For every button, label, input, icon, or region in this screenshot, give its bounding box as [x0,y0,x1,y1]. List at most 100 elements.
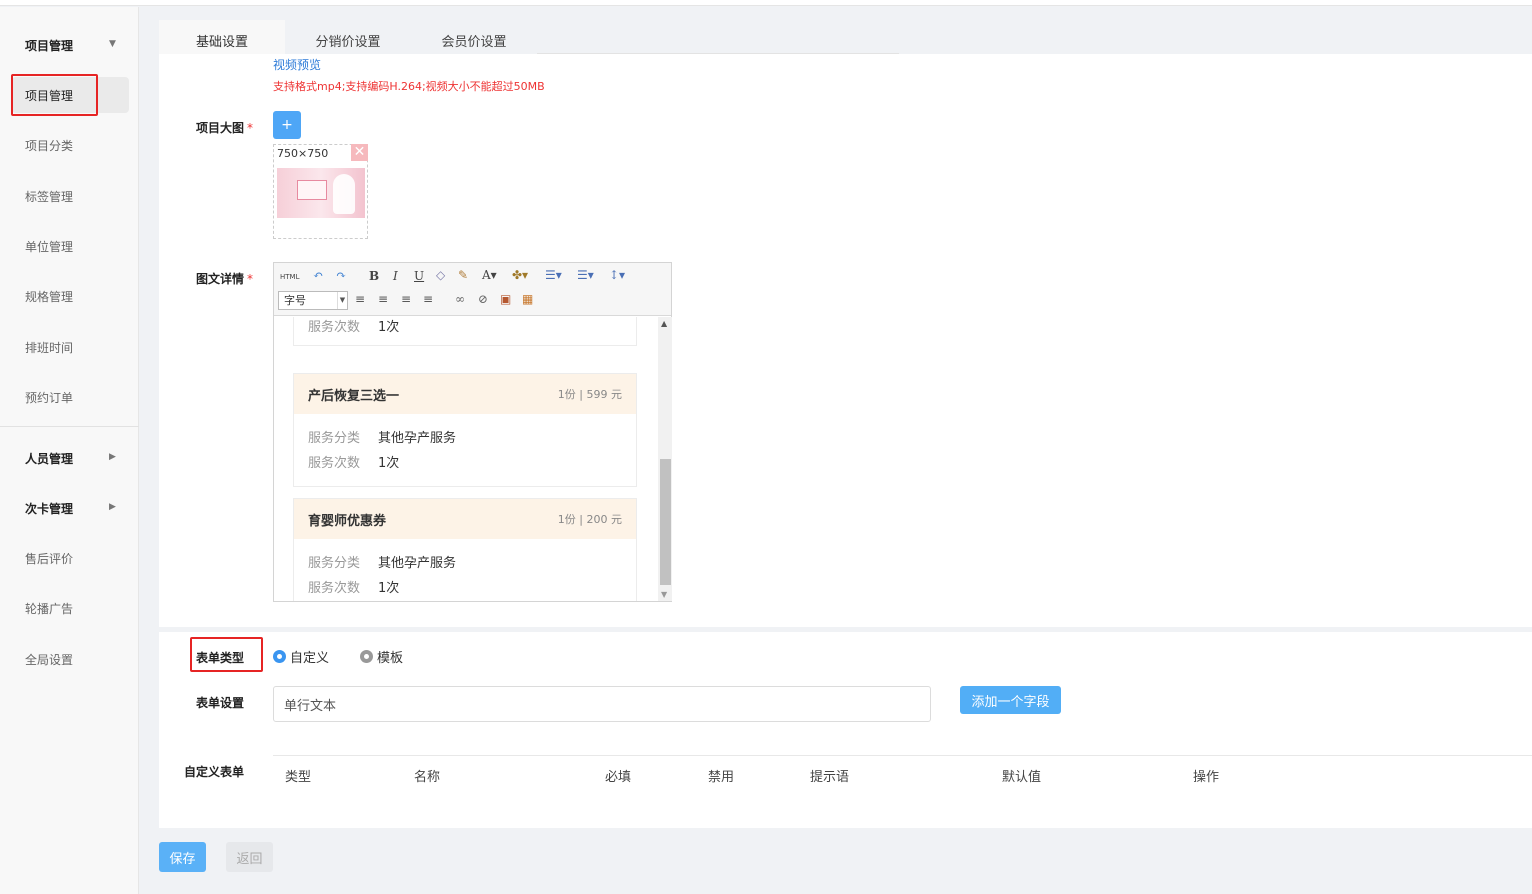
service-row: 服务分类 其他孕产服务 [294,549,636,574]
tab-label: 会员价设置 [441,35,507,50]
form-type-label: 表单类型 [196,651,245,665]
add-field-button[interactable]: 添加一个字段 [960,686,1061,714]
back-button[interactable]: 返回 [226,842,273,872]
sidebar-group-card[interactable]: 次卡管理 ▶ [0,490,139,526]
align-right-icon[interactable]: ≡ [401,292,411,306]
service-card: 育婴师优惠券 1份 | 200 元 服务分类 其他孕产服务 服务次数 1次 [293,498,637,601]
sidebar-group-staff[interactable]: 人员管理 ▶ [0,440,139,476]
field-type-input-value: 单行文本 [284,698,337,714]
scroll-up-icon[interactable]: ▲ [661,319,667,328]
form-type-template-radio[interactable]: 模板 [360,647,403,666]
unlink-icon[interactable]: ⊘ [478,292,488,306]
column-header-actions: 操作 [1193,770,1220,785]
top-strip [0,0,1532,6]
font-size-select-value: 字号 [284,294,306,307]
service-row-key: 服务次数 [308,319,361,335]
sidebar-divider [0,426,139,427]
bold-icon[interactable]: B [369,269,379,283]
service-card-body: 服务分类 其他孕产服务 服务次数 1次 [294,414,636,486]
tab-bar: 基础设置 分销价设置 会员价设置 [159,7,1532,61]
editor-scrollbar[interactable]: ▲ ▼ [658,317,672,601]
sidebar-item-units[interactable]: 单位管理 [0,228,139,264]
form-settings-panel: 表单类型 自定义 模板 表单设置 单行文本 添加一个字段 自定义表单 类型 名称… [159,632,1532,828]
editor-content[interactable]: 服务次数 1次 产后恢复三选一 1份 | 599 元 服务分类 其他孕产服务 服… [275,317,658,601]
service-name: 育婴师优惠券 [308,513,387,529]
align-center-icon[interactable]: ≡ [378,292,388,306]
radio-unchecked-icon [360,650,373,663]
service-card: 服务次数 1次 [293,317,637,346]
video-format-hint: 支持格式mp4;支持编码H.264;视频大小不能超过50MB [273,80,545,93]
align-justify-icon[interactable]: ≡ [423,292,433,306]
sidebar-item-label: 售后评价 [25,551,74,566]
unordered-list-icon[interactable]: ☰▾ [577,268,594,282]
font-size-select[interactable]: 字号 ▼ [278,291,348,310]
scroll-thumb[interactable] [660,459,671,585]
main-image-label-text: 项目大图 [196,121,245,135]
service-row-value: 1次 [378,456,400,471]
video-preview-link[interactable]: 视频预览 [273,56,321,73]
sidebar-item-label: 排班时间 [25,340,74,355]
sidebar-item-specs[interactable]: 规格管理 [0,278,139,314]
tab-label: 基础设置 [195,35,248,50]
highlight-color-icon[interactable]: ✤▾ [512,268,528,282]
sidebar-item-tags[interactable]: 标签管理 [0,178,139,214]
detail-label: 图文详情 * [196,270,253,287]
italic-icon[interactable]: I [393,269,398,283]
image-icon[interactable]: ▣ [500,292,511,306]
format-brush-icon[interactable]: ✎ [458,268,468,282]
underline-icon[interactable]: U [414,269,424,283]
service-row-key: 服务分类 [308,431,361,446]
basic-settings-panel: 视频预览 支持格式mp4;支持编码H.264;视频大小不能超过50MB 项目大图… [159,54,1532,627]
sidebar-item-banner[interactable]: 轮播广告 [0,590,139,626]
service-price: 1份 | 599 元 [557,388,622,401]
service-row-value: 1次 [378,319,400,335]
align-left-icon[interactable]: ≡ [355,292,365,306]
service-card-header: 产后恢复三选一 1份 | 599 元 [294,374,636,414]
detail-label-text: 图文详情 [196,272,245,286]
service-price: 1份 | 200 元 [557,513,622,526]
sidebar-item-label: 全局设置 [25,652,74,667]
form-settings-label: 表单设置 [196,696,245,710]
scroll-down-icon[interactable]: ▼ [661,590,667,599]
sidebar-group-label: 次卡管理 [25,501,74,516]
sidebar-group-label: 人员管理 [25,451,74,466]
line-height-icon[interactable]: ↕▾ [609,268,625,282]
save-button[interactable]: 保存 [159,842,206,872]
sidebar-item-project-management[interactable]: 项目管理 [12,77,129,113]
column-header-name: 名称 [414,770,441,785]
service-card-header: 育婴师优惠券 1份 | 200 元 [294,499,636,539]
editor-toolbar: HTML ↶ ↷ B I U ◇ ✎ A▾ ✤▾ ☰▾ ☰▾ ↕▾ 字号 ▼ ≡… [274,263,671,316]
multi-image-icon[interactable]: ▦ [522,292,533,306]
close-icon[interactable]: ✕ [351,144,368,161]
font-color-icon[interactable]: A▾ [482,268,497,282]
sidebar-item-project-category[interactable]: 项目分类 [0,127,139,163]
html-source-icon[interactable]: HTML [280,273,299,281]
sidebar-item-label: 预约订单 [25,390,74,405]
main-image-preview: 750×750 ✕ [273,144,368,239]
table-header-border [273,755,1532,756]
service-card-body: 服务分类 其他孕产服务 服务次数 1次 [294,539,636,601]
sidebar-item-schedule[interactable]: 排班时间 [0,329,139,365]
link-icon[interactable]: ∞ [455,292,465,306]
column-header-default: 默认值 [1002,770,1042,785]
sidebar-item-label: 项目管理 [25,88,74,103]
chevron-right-icon: ▶ [109,502,116,512]
sidebar-item-global-settings[interactable]: 全局设置 [0,641,139,677]
sidebar-item-orders[interactable]: 预约订单 [0,379,139,415]
field-type-input[interactable]: 单行文本 [273,686,931,722]
undo-icon[interactable]: ↶ [313,268,323,282]
add-image-button[interactable]: + [273,111,301,139]
sidebar: 项目管理 ▼ 项目管理 项目分类 标签管理 单位管理 规格管理 排班时间 预约订… [0,7,139,894]
service-row-key: 服务次数 [308,581,361,596]
sidebar-item-label: 规格管理 [25,289,74,304]
ordered-list-icon[interactable]: ☰▾ [545,268,562,282]
required-mark: * [247,272,254,286]
eraser-icon[interactable]: ◇ [436,268,445,282]
sidebar-item-reviews[interactable]: 售后评价 [0,540,139,576]
column-header-type: 类型 [285,770,312,785]
service-row: 服务分类 其他孕产服务 [294,424,636,449]
radio-label: 模板 [377,651,404,666]
redo-icon[interactable]: ↷ [336,268,346,282]
form-type-custom-radio[interactable]: 自定义 [273,647,329,666]
sidebar-group-project[interactable]: 项目管理 ▼ [0,27,139,63]
